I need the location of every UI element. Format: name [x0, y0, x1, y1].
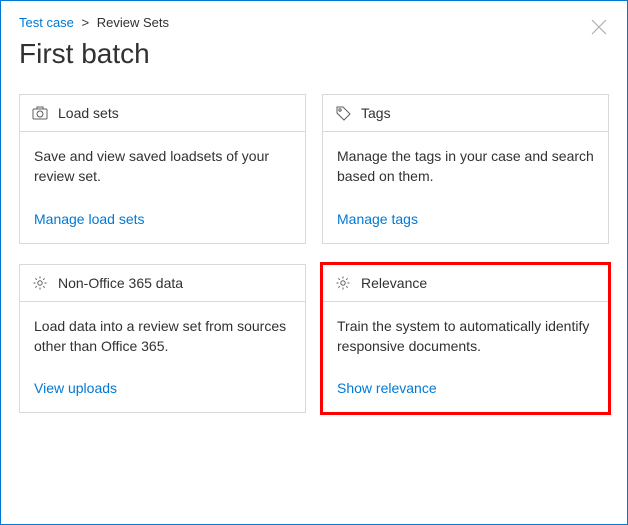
card-description: Save and view saved loadsets of your rev… — [34, 146, 291, 187]
card-header: Relevance — [323, 265, 608, 302]
card-body: Manage the tags in your case and search … — [323, 132, 608, 243]
breadcrumb-root-link[interactable]: Test case — [19, 15, 74, 30]
camera-icon — [32, 105, 48, 121]
card-description: Manage the tags in your case and search … — [337, 146, 594, 187]
manage-tags-link[interactable]: Manage tags — [337, 211, 594, 227]
card-relevance: Relevance Train the system to automatica… — [322, 264, 609, 414]
card-description: Train the system to automatically identi… — [337, 316, 594, 357]
card-tags: Tags Manage the tags in your case and se… — [322, 94, 609, 244]
card-title: Tags — [361, 105, 391, 121]
card-title: Non-Office 365 data — [58, 275, 183, 291]
gear-icon — [335, 275, 351, 291]
card-body: Save and view saved loadsets of your rev… — [20, 132, 305, 243]
view-uploads-link[interactable]: View uploads — [34, 380, 291, 396]
card-description: Load data into a review set from sources… — [34, 316, 291, 357]
card-title: Load sets — [58, 105, 119, 121]
manage-load-sets-link[interactable]: Manage load sets — [34, 211, 291, 227]
show-relevance-link[interactable]: Show relevance — [337, 380, 594, 396]
tag-icon — [335, 105, 351, 121]
close-button[interactable] — [589, 17, 609, 37]
card-body: Load data into a review set from sources… — [20, 302, 305, 413]
page-title: First batch — [19, 38, 609, 70]
card-header: Non-Office 365 data — [20, 265, 305, 302]
card-header: Tags — [323, 95, 608, 132]
close-icon — [589, 17, 609, 37]
card-non-office-data: Non-Office 365 data Load data into a rev… — [19, 264, 306, 414]
review-set-panel: Test case > Review Sets First batch Load… — [0, 0, 628, 525]
card-load-sets: Load sets Save and view saved loadsets o… — [19, 94, 306, 244]
breadcrumb-current: Review Sets — [97, 15, 169, 30]
breadcrumb-separator: > — [82, 15, 90, 30]
breadcrumb: Test case > Review Sets — [19, 15, 609, 30]
card-grid: Load sets Save and view saved loadsets o… — [19, 94, 609, 413]
card-body: Train the system to automatically identi… — [323, 302, 608, 413]
card-title: Relevance — [361, 275, 427, 291]
card-header: Load sets — [20, 95, 305, 132]
gear-icon — [32, 275, 48, 291]
